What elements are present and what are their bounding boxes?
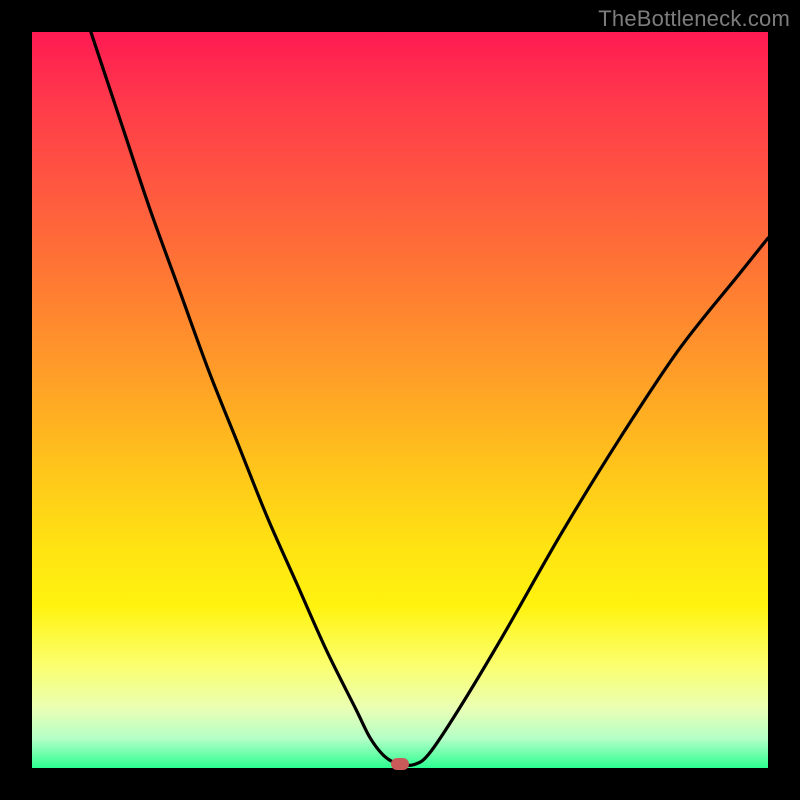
plot-area xyxy=(32,32,768,768)
watermark-text: TheBottleneck.com xyxy=(598,6,790,32)
optimal-point-marker xyxy=(391,758,409,770)
bottleneck-curve xyxy=(32,32,768,768)
chart-frame: TheBottleneck.com xyxy=(0,0,800,800)
curve-path xyxy=(91,32,768,765)
